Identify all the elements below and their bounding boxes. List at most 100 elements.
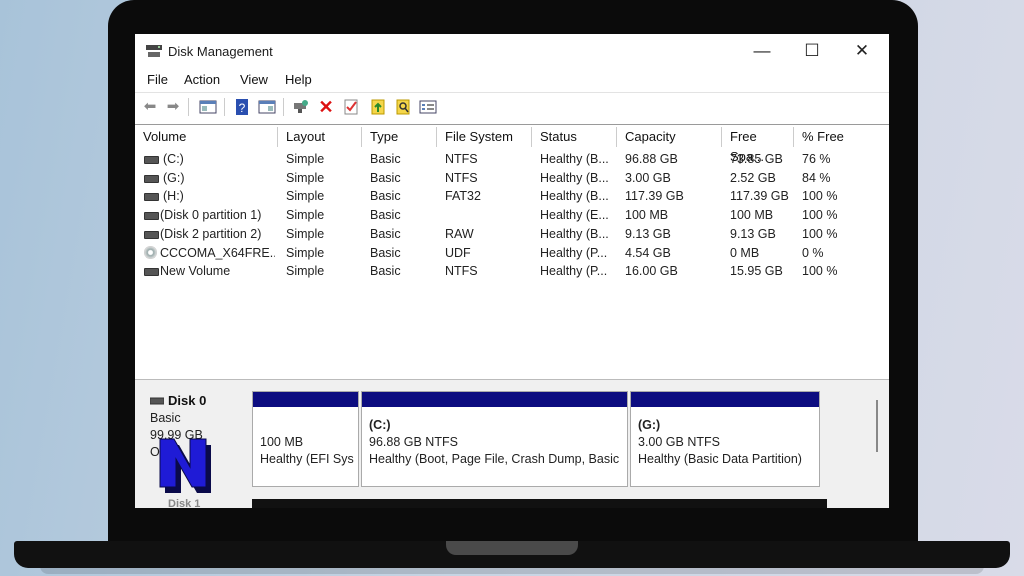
toolbar: ⬅ ➡ ? ✕ [135, 92, 889, 121]
partition-bar [253, 392, 358, 407]
cell-volume: (G:) [163, 170, 185, 185]
vertical-scrollbar[interactable] [876, 400, 878, 452]
delete-icon[interactable]: ✕ [317, 98, 335, 116]
minimize-button[interactable]: — [739, 38, 785, 64]
partition-size: 100 MB [260, 435, 304, 449]
cell-status: Healthy (P... [540, 264, 608, 279]
cell-fs: RAW [445, 226, 474, 241]
column-header-percent-free[interactable]: % Free [794, 127, 889, 147]
disk-1-label[interactable]: Disk 1 [138, 498, 245, 508]
close-button[interactable]: ✕ [839, 38, 885, 64]
table-row[interactable]: CCCOMA_X64FRE... Simple Basic UDF Healthy (P… [135, 245, 889, 264]
cell-status: Healthy (B... [540, 152, 609, 166]
table-row[interactable]: (C:) Simple Basic NTFS Healthy (B... 96.88 GB… [135, 151, 889, 170]
column-header-file-system[interactable]: File System [437, 127, 532, 147]
column-header-type[interactable]: Type [362, 127, 437, 147]
drive-icon [144, 230, 159, 239]
cell-volume: CCCOMA_X64FRE... [160, 245, 275, 260]
cell-free: 15.95 GB [730, 264, 783, 279]
partition-efi[interactable]: 100 MB Healthy (EFI Sys [252, 391, 359, 487]
menu-view[interactable]: View [240, 72, 268, 87]
column-header-capacity[interactable]: Capacity [617, 127, 722, 147]
partition-size: 96.88 GB NTFS [369, 435, 458, 449]
back-icon[interactable]: ⬅ [141, 98, 159, 116]
console-tree-icon[interactable] [199, 98, 217, 116]
cell-status: Healthy (B... [540, 226, 609, 241]
connect-icon[interactable] [292, 98, 310, 116]
disk-0-type: Basic [150, 411, 181, 425]
forward-icon[interactable]: ➡ [164, 98, 182, 116]
cell-pct: 84 % [802, 170, 831, 185]
cell-fs: UDF [445, 245, 471, 260]
column-header-layout[interactable]: Layout [278, 127, 362, 147]
cell-capacity: 4.54 GB [625, 245, 671, 260]
partition-c[interactable]: (C:) 96.88 GB NTFS Healthy (Boot, Page F… [361, 391, 628, 487]
cell-status: Healthy (P... [540, 245, 608, 260]
cell-capacity: 117.39 GB [625, 189, 684, 204]
partition-bar [362, 392, 627, 407]
table-row[interactable]: (Disk 0 partition 1) Simple Basic Healthy (… [135, 207, 889, 226]
cell-type: Basic [370, 152, 401, 166]
disk-icon [150, 397, 164, 405]
cell-volume: (Disk 0 partition 1) [160, 208, 262, 223]
table-row[interactable]: (G:) Simple Basic NTFS Healthy (B... 3.00 GB 2… [135, 170, 889, 189]
properties-icon[interactable] [258, 98, 276, 116]
laptop-notch [446, 541, 578, 555]
cell-type: Basic [370, 170, 401, 185]
cell-capacity: 3.00 GB [625, 170, 671, 185]
toolbar-separator [188, 98, 189, 116]
search-icon[interactable] [394, 98, 412, 116]
partition-status: Healthy (EFI Sys [260, 452, 354, 466]
cell-pct: 0 % [802, 245, 824, 260]
partition-label: (G:) [638, 418, 661, 432]
cell-capacity: 16.00 GB [625, 264, 678, 279]
cell-pct: 100 % [802, 189, 838, 204]
check-icon[interactable] [342, 98, 360, 116]
drive-icon [144, 174, 159, 183]
title-bar: Disk Management — ☐ ✕ [135, 34, 889, 68]
cell-pct: 100 % [802, 264, 838, 279]
column-header-free-space[interactable]: Free Spa... [722, 127, 794, 164]
cell-layout: Simple [286, 264, 325, 279]
settings-list-icon[interactable] [419, 98, 437, 116]
n-logo-icon [159, 438, 211, 493]
menu-help[interactable]: Help [285, 72, 312, 87]
partition-status: Healthy (Boot, Page File, Crash Dump, Ba… [369, 452, 620, 466]
cell-volume: (C:) [163, 152, 184, 166]
table-row[interactable]: (H:) Simple Basic FAT32 Healthy (B... 117.39 … [135, 188, 889, 207]
cell-pct: 100 % [802, 226, 838, 241]
menu-bar: File Action View Help [135, 70, 889, 90]
drive-icon [144, 156, 159, 164]
cell-free: 9.13 GB [730, 226, 776, 241]
cell-free: 2.52 GB [730, 170, 776, 185]
cell-fs: FAT32 [445, 189, 481, 204]
cell-layout: Simple [286, 208, 325, 223]
cell-fs: NTFS [445, 170, 478, 185]
table-row[interactable]: (Disk 2 partition 2) Simple Basic RAW Health… [135, 226, 889, 245]
cell-layout: Simple [286, 189, 325, 204]
menu-file[interactable]: File [147, 72, 168, 87]
window-title: Disk Management [168, 44, 273, 59]
cell-pct: 100 % [802, 208, 838, 223]
help-icon[interactable]: ? [233, 98, 251, 116]
maximize-button[interactable]: ☐ [789, 38, 835, 64]
cell-type: Basic [370, 264, 401, 279]
cell-volume: (Disk 2 partition 2) [160, 226, 262, 241]
cell-status: Healthy (B... [540, 170, 609, 185]
cell-type: Basic [370, 189, 401, 204]
cell-type: Basic [370, 245, 401, 260]
disk-graphical-view: Disk 0 Basic 99.99 GB O 100 MB Healthy (… [135, 379, 889, 508]
partition-g[interactable]: (G:) 3.00 GB NTFS Healthy (Basic Data Pa… [630, 391, 820, 487]
column-header-volume[interactable]: Volume [135, 127, 278, 147]
cell-capacity: 9.13 GB [625, 226, 671, 241]
menu-action[interactable]: Action [184, 72, 220, 87]
cell-layout: Simple [286, 245, 325, 260]
column-header-status[interactable]: Status [532, 127, 617, 147]
table-row[interactable]: New Volume Simple Basic NTFS Healthy (P... 16… [135, 263, 889, 282]
import-icon[interactable] [369, 98, 387, 116]
drive-icon [144, 268, 159, 277]
cell-free: 0 MB [730, 245, 760, 260]
disk-1-partition-bar[interactable] [252, 499, 827, 508]
cell-capacity: 100 MB [625, 208, 669, 223]
cell-layout: Simple [286, 226, 325, 241]
